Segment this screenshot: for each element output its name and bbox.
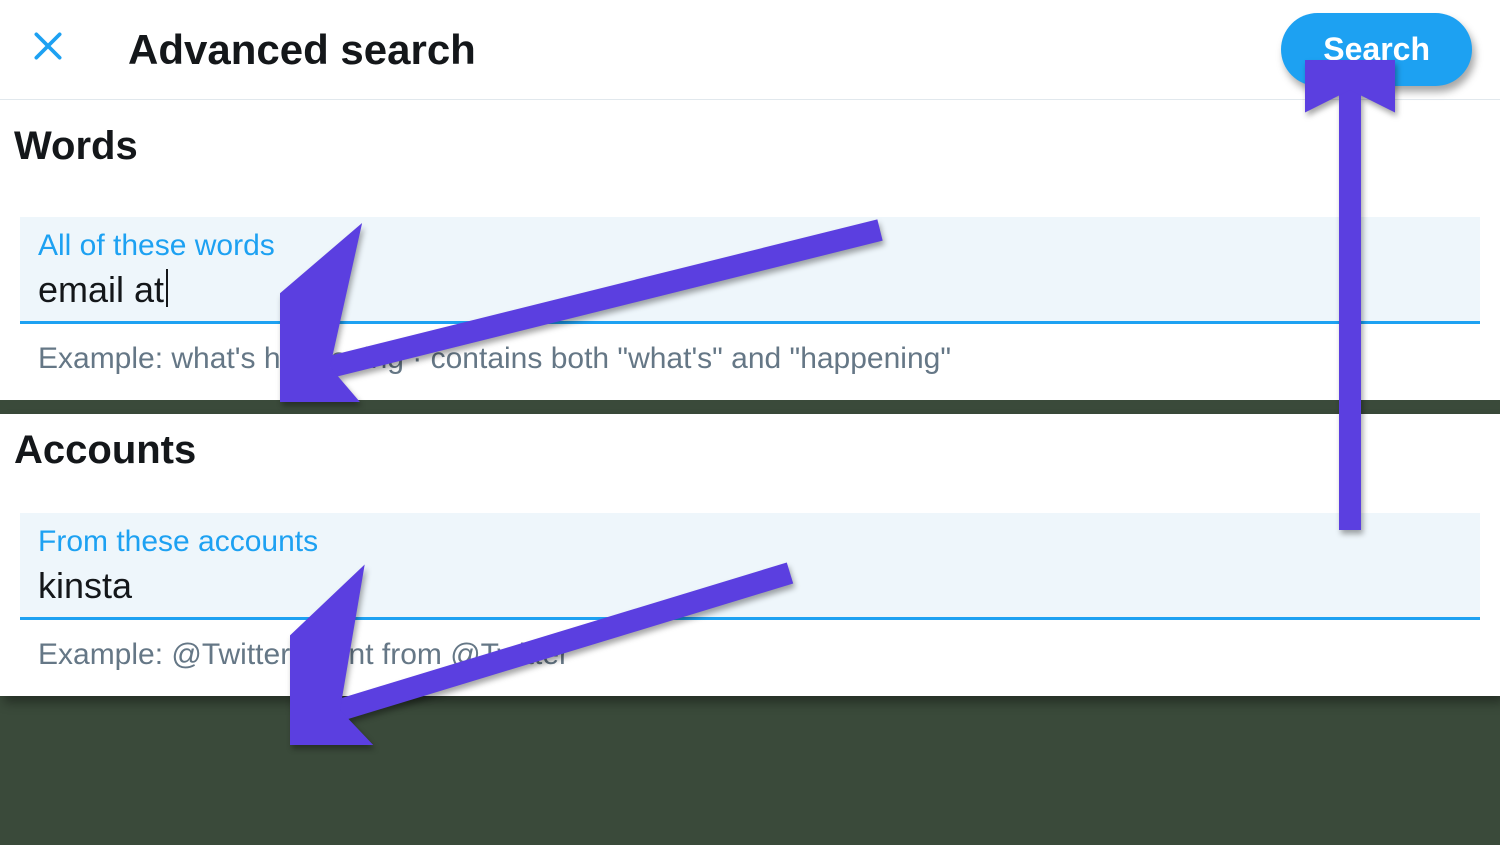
accounts-heading: Accounts [14, 428, 1480, 473]
text-cursor [166, 269, 168, 307]
from-accounts-example: Example: @Twitter · sent from @Twitter [20, 620, 1480, 686]
from-accounts-label: From these accounts [38, 525, 1462, 559]
page-title: Advanced search [128, 26, 1281, 74]
search-button[interactable]: Search [1281, 13, 1472, 86]
all-words-example: Example: what's happening · contains bot… [20, 324, 1480, 390]
top-panel: Advanced search Search Words All of thes… [0, 0, 1500, 400]
modal-header: Advanced search Search [0, 0, 1500, 100]
from-accounts-field-wrap[interactable]: From these accounts [20, 513, 1480, 620]
accounts-section: Accounts From these accounts Example: @T… [0, 414, 1500, 696]
words-section: Words All of these words email at Exampl… [0, 100, 1500, 400]
all-words-field-wrap[interactable]: All of these words email at [20, 217, 1480, 324]
words-heading: Words [14, 124, 1480, 169]
from-accounts-input[interactable] [38, 563, 1462, 609]
close-icon[interactable] [28, 26, 68, 74]
accounts-panel: Accounts From these accounts Example: @T… [0, 414, 1500, 696]
all-words-input[interactable]: email at [38, 267, 164, 313]
all-words-label: All of these words [38, 229, 1462, 263]
